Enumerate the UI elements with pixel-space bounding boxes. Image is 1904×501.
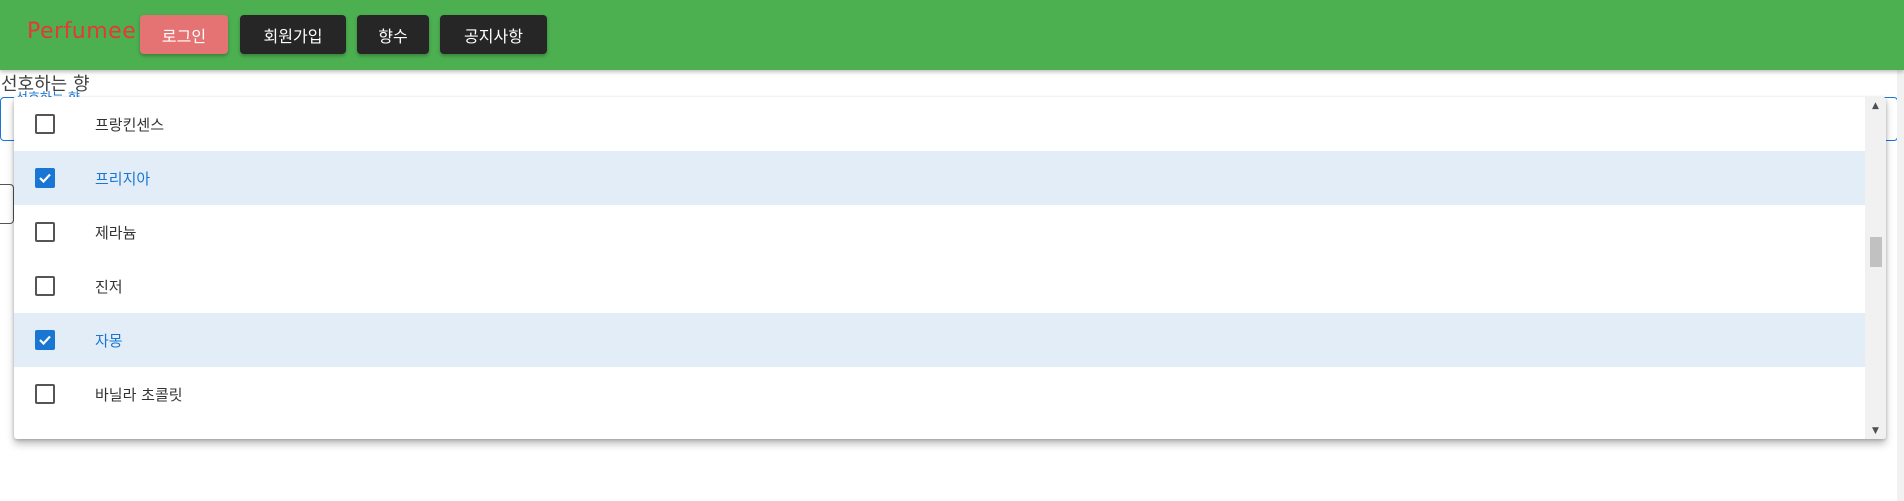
hidden-button-edge[interactable]: [0, 184, 14, 224]
top-navbar: Perfumee 로그인 회원가입 향수 공지사항: [0, 0, 1904, 70]
preferred-scent-label: 선호하는 향: [1, 74, 90, 95]
option-vanilla-chocolate[interactable]: 바닐라 초콜릿: [14, 367, 1865, 421]
option-ginger[interactable]: 진저: [14, 259, 1865, 313]
scroll-up-arrow-icon[interactable]: ▲: [1865, 97, 1886, 114]
option-label: 진저: [95, 277, 123, 296]
checkbox-checked-icon[interactable]: [35, 168, 55, 188]
option-label: 프랑킨센스: [95, 115, 165, 134]
signup-button[interactable]: 회원가입: [240, 15, 346, 54]
checkbox-icon[interactable]: [35, 114, 55, 134]
option-label: 자몽: [95, 331, 123, 350]
brand-logo[interactable]: Perfumee: [27, 19, 136, 44]
scrollbar-thumb[interactable]: [1870, 237, 1882, 267]
option-freesia[interactable]: 프리지아: [14, 151, 1865, 205]
menu-scrollbar[interactable]: ▲ ▼: [1865, 97, 1886, 439]
scroll-down-arrow-icon[interactable]: ▼: [1865, 422, 1886, 439]
checkbox-icon[interactable]: [35, 384, 55, 404]
scent-options-menu: 프랑킨센스 프리지아 제라늄 진저 자몽 바닐라 초콜릿 ▲ ▼: [14, 97, 1886, 439]
option-grapefruit[interactable]: 자몽: [14, 313, 1865, 367]
option-label: 바닐라 초콜릿: [95, 385, 183, 404]
option-label: 제라늄: [95, 223, 137, 242]
option-frankincense[interactable]: 프랑킨센스: [14, 97, 1865, 151]
checkbox-icon[interactable]: [35, 276, 55, 296]
checkbox-checked-icon[interactable]: [35, 330, 55, 350]
notice-button[interactable]: 공지사항: [440, 15, 547, 54]
perfume-button[interactable]: 향수: [357, 15, 429, 54]
option-label: 프리지아: [95, 169, 151, 188]
page-scrollbar[interactable]: [1897, 0, 1904, 501]
option-geranium[interactable]: 제라늄: [14, 205, 1865, 259]
checkbox-icon[interactable]: [35, 222, 55, 242]
login-button[interactable]: 로그인: [140, 15, 228, 54]
